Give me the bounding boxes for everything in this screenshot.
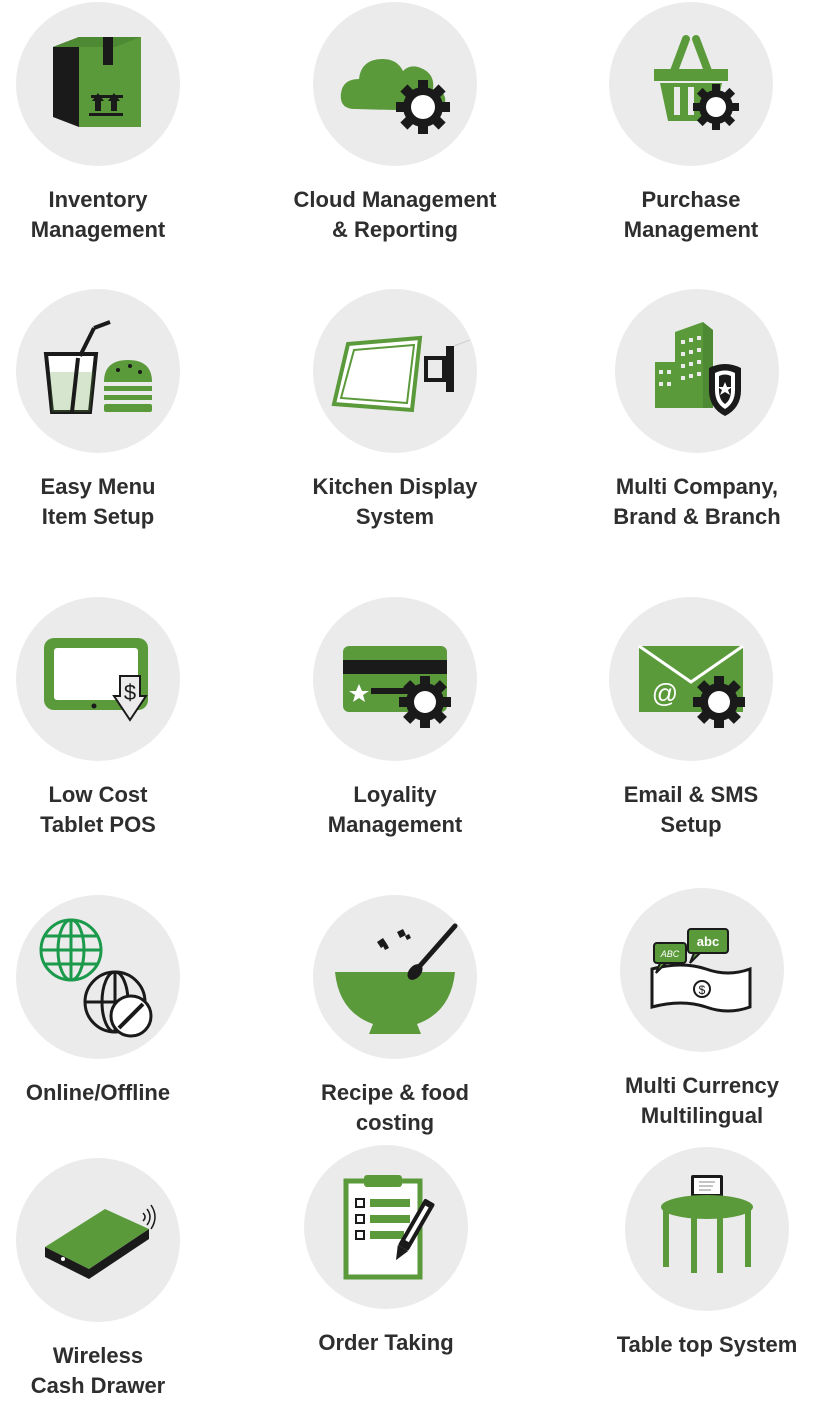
svg-text:$: $: [124, 680, 136, 705]
feature-label: Multi Currency Multilingual: [624, 1073, 780, 1128]
feature-inventory-management: Inventory Management: [0, 2, 228, 245]
icon-circle: [16, 1158, 180, 1322]
feature-label: Kitchen Display System: [312, 474, 478, 529]
icon-circle: [16, 2, 180, 166]
feature-label: Easy Menu Item Setup: [40, 474, 156, 529]
icon-circle: [304, 1145, 468, 1309]
cash-drawer-icon: [45, 1204, 156, 1279]
features-grid: Inventory Management Cloud Management & …: [0, 0, 817, 1398]
box-icon: [53, 37, 141, 127]
feature-easy-menu-item-setup: Easy Menu Item Setup: [0, 289, 228, 532]
feature-label: Loyality Management: [327, 782, 463, 837]
icon-circle: $: [16, 597, 180, 761]
icon-circle: [625, 1147, 789, 1311]
icon-circle: [16, 895, 180, 1059]
icon-circle: @: [609, 597, 773, 761]
svg-text:@: @: [652, 678, 678, 708]
card-gear-icon: [343, 646, 451, 728]
feature-label: Email & SMS Setup: [623, 782, 759, 837]
feature-low-cost-tablet-pos: $ Low Cost Tablet POS: [0, 597, 228, 840]
feature-online-offline: Online/Offline: [0, 895, 228, 1108]
feature-label: Order Taking: [318, 1330, 454, 1355]
feature-recipe-food-costing: Recipe & food costing: [265, 895, 525, 1138]
drink-burger-icon: [43, 320, 152, 414]
currency-speech-icon: $ ABC abc: [650, 928, 752, 1013]
feature-multi-company-brand-branch: Multi Company, Brand & Branch: [567, 289, 817, 532]
feature-purchase-management: Purchase Management: [561, 2, 817, 245]
basket-gear-icon: [654, 35, 739, 130]
feature-label: Recipe & food costing: [321, 1080, 469, 1135]
feature-multi-currency-multilingual: $ ABC abc Multi Currency Multilingual: [572, 888, 817, 1131]
table-tablet-icon: [661, 1175, 753, 1273]
tablet-dollar-icon: $: [44, 638, 148, 722]
icon-circle: [313, 2, 477, 166]
feature-label: Inventory Management: [30, 187, 166, 242]
icon-circle: [609, 2, 773, 166]
feature-label: Purchase Management: [623, 187, 759, 242]
feature-label: Cloud Management & Reporting: [293, 187, 497, 242]
envelope-gear-icon: @: [638, 644, 745, 728]
svg-text:abc: abc: [697, 934, 719, 949]
feature-label: Online/Offline: [25, 1080, 171, 1105]
icon-circle: $ ABC abc: [620, 888, 784, 1052]
svg-text:$: $: [699, 983, 706, 997]
feature-kitchen-display-system: Kitchen Display System: [265, 289, 525, 532]
building-shield-icon: [655, 322, 741, 416]
feature-cloud-management: Cloud Management & Reporting: [265, 2, 525, 245]
feature-email-sms-setup: @ Email & SMS Setup: [561, 597, 817, 840]
feature-label: Wireless Cash Drawer: [30, 1343, 166, 1398]
feature-wireless-cash-drawer: Wireless Cash Drawer: [0, 1158, 228, 1401]
feature-label: Low Cost Tablet POS: [40, 782, 156, 837]
feature-loyality-management: Loyality Management: [265, 597, 525, 840]
feature-order-taking: Order Taking: [256, 1145, 516, 1358]
icon-circle: [615, 289, 779, 453]
icon-circle: [313, 289, 477, 453]
svg-text:ABC: ABC: [660, 949, 680, 959]
mortar-pestle-icon: [335, 923, 458, 1034]
clipboard-pen-icon: [343, 1175, 435, 1280]
feature-label: Table top System: [616, 1332, 798, 1357]
globe-offline-icon: [39, 918, 153, 1038]
icon-circle: [313, 597, 477, 761]
feature-table-top-system: Table top System: [577, 1147, 817, 1360]
cloud-gear-icon: [340, 59, 450, 134]
icon-circle: [313, 895, 477, 1059]
feature-label: Multi Company, Brand & Branch: [613, 474, 781, 529]
wall-display-icon: [331, 335, 470, 413]
icon-circle: [16, 289, 180, 453]
